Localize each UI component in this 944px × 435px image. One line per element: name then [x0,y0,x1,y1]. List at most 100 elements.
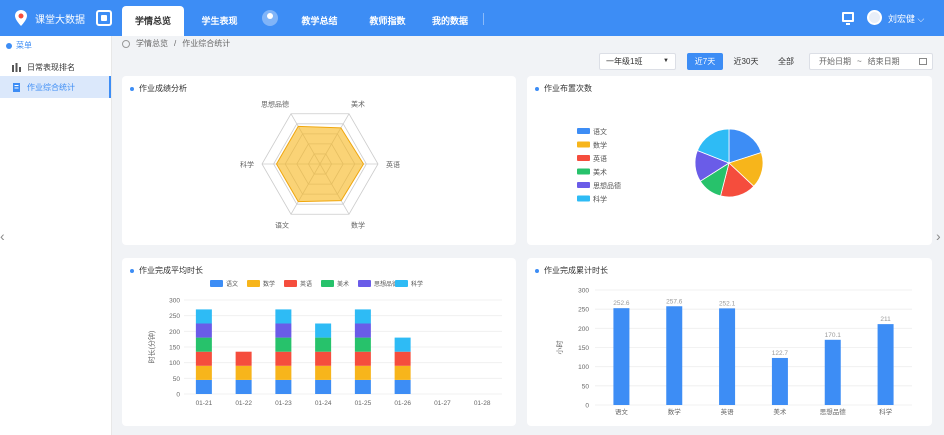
tab-student-performance[interactable]: 学生表现 [192,6,247,36]
menu-toggle-icon[interactable] [96,10,112,26]
stack-bar-segment [195,323,212,338]
stack-bar-segment [195,351,212,366]
caret-down-icon: ▼ [663,58,669,64]
date-range-picker[interactable]: 开始日期 ~ 结束日期 [809,53,933,70]
radar-indicator-label: 美术 [351,99,365,108]
class-select-value: 一年级1班 [606,57,643,66]
start-date-field[interactable]: 开始日期 [819,54,851,69]
chevron-left-icon[interactable]: ‹ [0,228,5,244]
total-bar [824,339,841,405]
total-bar-data-label: 122.7 [772,350,789,357]
tab-teaching-summary[interactable]: 教学总结 [292,6,347,36]
menu-dot-icon [6,42,12,49]
tab-my-data[interactable]: 我的数据 [420,6,480,36]
stack-y-axis-label: 时长(分钟) [147,331,156,364]
stack-bar-segment [315,337,332,352]
total-bar [613,308,630,405]
stack-bar-segment [275,337,292,352]
stack-legend-label: 美术 [337,280,349,288]
total-y-tick-label: 50 [582,383,590,390]
stack-bar-segment [315,365,332,380]
total-x-tick-label: 语文 [615,407,629,416]
tab-teacher-index[interactable]: 教师指数 [360,6,415,36]
stack-x-tick-label: 01-28 [474,400,491,407]
tab-overview[interactable]: 学情总览 [122,6,184,36]
stack-bar-segment [275,379,292,394]
calendar-icon[interactable] [919,58,927,65]
total-x-tick-label: 思想品德 [820,407,847,416]
breadcrumb-separator: / [174,39,177,48]
total-x-tick-label: 英语 [721,407,735,416]
stack-y-tick-label: 50 [173,376,181,383]
stack-legend-swatch [395,280,408,287]
stack-legend-label: 英语 [300,280,312,288]
stack-bar-segment [315,351,332,366]
total-y-tick-label: 150 [578,345,589,352]
stack-y-tick-label: 250 [169,313,180,320]
stack-bar-segment [315,379,332,394]
total-bar-data-label: 211 [880,316,891,323]
pie-chart: 语文数学英语美术思想品德科学 [577,127,764,204]
chevron-right-icon[interactable]: › [936,228,941,244]
sidebar-item-homework-stats[interactable]: 作业综合统计 [0,76,111,98]
radar-indicator-label: 语文 [275,221,289,230]
range-all-button[interactable]: 全部 [771,53,801,70]
sidebar: 菜单 日常表现排名 作业综合统计 [0,36,112,435]
class-select[interactable]: 一年级1班 ▼ [599,53,676,70]
menu-title-label: 菜单 [16,41,32,50]
avatar[interactable] [867,10,882,25]
pie-legend-swatch [577,155,590,161]
pie-card: 作业布置次数 语文 数学 英语 美术 思想品德 科学 [527,76,932,245]
stack-legend-swatch [284,280,297,287]
pie-legend-label: 美术 [593,168,607,177]
radar-indicator-label: 数学 [351,221,365,230]
total-bar-data-label: 170.1 [825,332,842,339]
stack-bar-segment [195,379,212,394]
stack-bar-segment [275,351,292,366]
stack-x-tick-label: 01-21 [196,400,213,407]
stack-x-tick-label: 01-27 [434,400,451,407]
stack-bar-segment [235,351,252,366]
stack-legend-label: 数学 [263,280,275,288]
pie-legend-label: 科学 [593,195,607,204]
nav-divider [483,13,484,25]
user-menu[interactable]: 刘宏健 ⌵ [888,12,924,25]
stack-legend-label: 思想品德 [374,280,398,288]
stack-bar-segment [354,337,371,352]
end-date-field[interactable]: 结束日期 [868,54,900,69]
total-bar-card: 作业完成累计时长 0 50 100 150 200 250 300 小时 252.6 语文 257.… [527,258,932,426]
radar-card: 作业成绩分析 思想品德 美术 英语 数学 语文 科学 [122,76,516,245]
stack-bar-segment [235,365,252,380]
stack-y-tick-label: 0 [176,392,180,399]
pie-legend-swatch [577,128,590,134]
total-y-tick-label: 200 [578,326,589,333]
breadcrumb-current: 作业综合统计 [182,39,231,48]
breadcrumb-root[interactable]: 学情总览 [136,38,168,49]
app-logo[interactable]: 课堂大数据 [13,7,101,29]
stack-legend-swatch [358,280,371,287]
stack-y-tick-label: 150 [169,345,180,352]
pie-legend-swatch [577,168,590,175]
stack-bar-segment [195,365,212,380]
user-circle-icon [262,10,278,26]
pie-legend-label: 英语 [593,154,607,163]
stack-bar-segment [195,309,212,324]
pie-legend-label: 思想品德 [593,181,621,190]
date-range-separator: ~ [857,57,862,66]
chevron-down-icon: ⌵ [917,14,925,24]
total-bar-data-label: 252.6 [613,300,630,307]
stack-bar-segment [275,365,292,380]
stack-legend-label: 科学 [411,280,423,288]
total-y-tick-label: 100 [578,364,589,371]
document-icon [13,82,20,92]
sidebar-item-daily-ranking[interactable]: 日常表现排名 [0,56,111,78]
stack-bar-segment [394,337,411,352]
radar-chart: 思想品德 美术英语数学 语文 科学 [240,99,400,230]
range-30days-button[interactable]: 近30天 [727,53,765,70]
monitor-icon[interactable] [842,12,854,25]
total-x-tick-label: 科学 [879,407,893,416]
stacked-bar-card: 作业完成平均时长 语文 数学 英语 美术 思想品德 科学 0 50 100 150 200 250 30… [122,258,516,426]
range-7days-button[interactable]: 近7天 [687,53,723,70]
breadcrumb: 学情总览 / 作业综合统计 [122,38,230,49]
stack-bar-segment [394,365,411,380]
